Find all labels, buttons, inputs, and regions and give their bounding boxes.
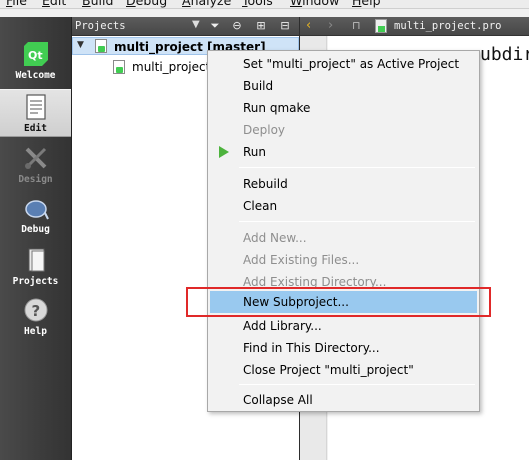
filter-icon[interactable]: ⏷ [208, 19, 222, 33]
svg-text:Qt: Qt [28, 49, 43, 62]
mode-help[interactable]: ? Help [0, 293, 71, 341]
split-icon[interactable]: ⊞ [254, 19, 268, 33]
menu-build[interactable]: Build [82, 0, 113, 8]
menu-separator [239, 167, 475, 168]
expand-arrow-icon[interactable]: ▼ [77, 40, 84, 50]
lock-icon: ⊓ [352, 19, 361, 32]
help-icon: ? [24, 298, 48, 322]
menu-item-label: Close Project "multi_project" [243, 363, 414, 377]
mode-label: Design [18, 174, 53, 185]
menu-item-add-library[interactable]: Add Library... [210, 315, 477, 337]
menu-item-label: Add Library... [243, 319, 322, 333]
menu-item-label: Clean [243, 199, 278, 213]
menu-item-add-new: Add New... [210, 227, 477, 249]
open-file-name[interactable]: multi_project.pro [394, 20, 501, 32]
run-icon [219, 146, 229, 158]
mode-label: Welcome [15, 70, 56, 81]
mode-welcome[interactable]: Qt Welcome [0, 37, 71, 85]
menu-item-clean[interactable]: Clean [210, 195, 477, 217]
menu-bar: File Edit Build Debug Analyze Tools Wind… [0, 0, 529, 9]
design-tools-icon [25, 147, 47, 169]
menu-item-find-in-directory[interactable]: Find in This Directory... [210, 337, 477, 359]
pane-selector[interactable]: Projects [75, 20, 126, 32]
menu-item-new-subproject[interactable]: New Subproject... [210, 291, 477, 313]
menu-item-close-project[interactable]: Close Project "multi_project" [210, 359, 477, 381]
menu-item-set-active-project[interactable]: Set "multi_project" as Active Project [210, 53, 477, 75]
menu-item-add-existing-files: Add Existing Files... [210, 249, 477, 271]
projects-icon [28, 248, 45, 272]
mode-label: Debug [21, 224, 50, 235]
menu-item-label: Set "multi_project" as Active Project [243, 57, 460, 71]
menu-item-label: Rebuild [243, 177, 288, 191]
svg-text:?: ? [32, 302, 41, 320]
mode-projects[interactable]: Projects [0, 243, 71, 291]
bug-icon [25, 200, 49, 220]
forward-arrow-icon[interactable]: › [328, 18, 333, 33]
menu-item-run[interactable]: Run [210, 141, 477, 163]
tree-child-label: multi_project [132, 60, 211, 74]
mode-edit[interactable]: Edit [0, 89, 71, 137]
mode-label: Help [24, 326, 47, 337]
back-arrow-icon[interactable]: ‹ [306, 18, 311, 33]
projects-pane-header: Projects ▼ ⏷ ⊖ ⊞ ⊟ [72, 17, 299, 36]
mode-label: Projects [12, 276, 59, 287]
menu-item-add-existing-directory: Add Existing Directory... [210, 271, 477, 293]
menu-item-label: Add New... [243, 231, 307, 245]
menu-item-run-qmake[interactable]: Run qmake [210, 97, 477, 119]
menu-item-deploy: Deploy [210, 119, 477, 141]
menu-item-collapse-all[interactable]: Collapse All [210, 389, 477, 411]
link-icon[interactable]: ⊖ [230, 19, 244, 33]
project-context-menu: Set "multi_project" as Active Project Bu… [207, 50, 480, 412]
menu-item-label: Add Existing Directory... [243, 275, 387, 289]
menu-item-label: Build [243, 79, 274, 93]
menu-item-build[interactable]: Build [210, 75, 477, 97]
qt-logo-icon: Qt [24, 42, 48, 66]
document-edit-icon [26, 94, 46, 120]
qt-project-file-icon [375, 19, 387, 33]
menu-separator [239, 384, 475, 385]
menu-item-label: Find in This Directory... [243, 341, 380, 355]
menu-file[interactable]: File [6, 0, 27, 8]
mode-design[interactable]: Design [0, 141, 71, 189]
menu-window[interactable]: Window [290, 0, 339, 8]
close-pane-icon[interactable]: ⊟ [278, 19, 292, 33]
menu-edit[interactable]: Edit [42, 0, 66, 8]
qt-project-icon [95, 39, 107, 53]
menu-analyze[interactable]: Analyze [182, 0, 231, 8]
menu-item-label: Run qmake [243, 101, 311, 115]
mode-label: Edit [24, 123, 47, 134]
menu-item-rebuild[interactable]: Rebuild [210, 173, 477, 195]
menu-separator [239, 221, 475, 222]
menu-item-label: Deploy [243, 123, 286, 137]
menu-tools[interactable]: Tools [242, 0, 273, 8]
menu-item-label: Add Existing Files... [243, 253, 360, 267]
chevron-down-icon[interactable]: ▼ [192, 19, 200, 30]
menu-help[interactable]: Help [352, 0, 381, 8]
menu-item-label: New Subproject... [243, 295, 349, 309]
editor-toolbar: ‹ › ⊓ multi_project.pro [300, 17, 529, 36]
qt-project-icon [113, 60, 125, 74]
code-text: ubdir [480, 44, 529, 65]
menu-item-label: Run [243, 145, 267, 159]
menu-item-label: Collapse All [243, 393, 313, 407]
menu-debug[interactable]: Debug [126, 0, 167, 8]
mode-bar: Qt Welcome Edit Design Debug Projects ? … [0, 17, 72, 460]
mode-debug[interactable]: Debug [0, 191, 71, 239]
